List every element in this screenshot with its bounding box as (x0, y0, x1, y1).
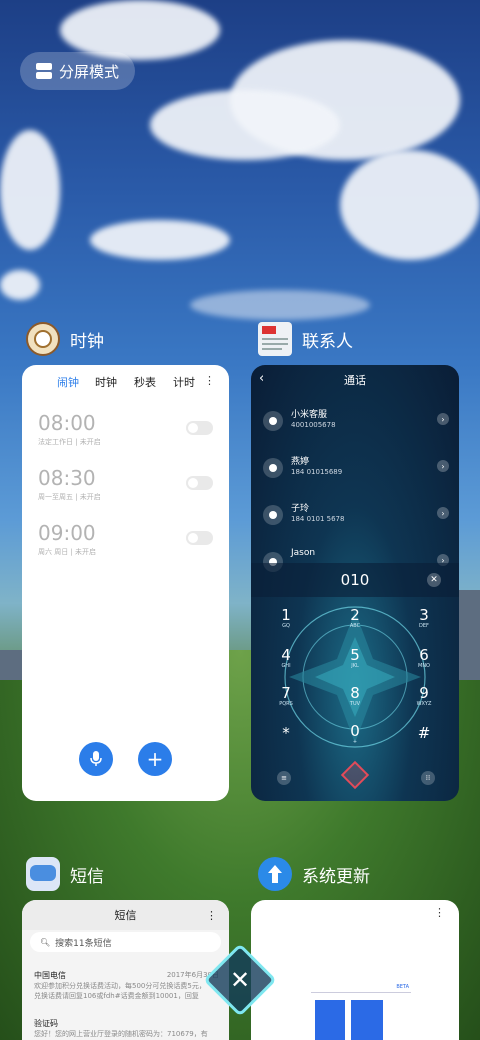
update-app-header[interactable]: 系统更新 (258, 857, 370, 891)
dial-key[interactable]: 8 TUV (340, 685, 370, 707)
update-app-title: 系统更新 (302, 866, 370, 887)
calls-header: ‹ 通话 (251, 365, 459, 395)
update-illustration: BETA (311, 984, 411, 1040)
sms-thread-item[interactable]: 中国电信 2017年6月30日 欢迎参加积分兑换话费活动，每500分可兑换话费5… (34, 970, 219, 1001)
update-app-card[interactable]: ⋮ BETA (251, 900, 459, 1040)
sms-app-icon (26, 857, 60, 891)
sms-preview: 欢迎参加积分兑换话费活动，每500分可兑换话费5元， (34, 982, 206, 990)
avatar-icon (263, 505, 283, 525)
dial-key[interactable]: 3 DEF (409, 607, 439, 629)
contact-item[interactable]: 小米客服 4001005678 › (263, 407, 449, 441)
clear-icon[interactable]: ✕ (427, 573, 441, 587)
alarm-repeat: 周一至周五 | 未开启 (38, 493, 101, 501)
contact-number: 184 01015689 (291, 468, 343, 476)
contacts-app-card[interactable]: ‹ 通话 小米客服 4001005678 › 燕婷 184 01015689 ›… (251, 365, 459, 801)
sms-app-card[interactable]: 短信 ⋮ 🔍︎ 搜索11条短信 中国电信 2017年6月30日 欢迎参加积分兑换… (22, 900, 229, 1040)
search-icon: 🔍︎ (40, 937, 51, 947)
sms-preview: 您好！您的网上营业厅登录的随机密码为：710679，有 (34, 1030, 208, 1038)
contact-name: 子玲 (291, 504, 310, 514)
avatar-icon (263, 458, 283, 478)
tab-stopwatch[interactable]: 秒表 (134, 374, 156, 390)
dial-display: 010 ✕ (251, 563, 459, 597)
dial-key[interactable]: 7 PQRS (271, 685, 301, 707)
sms-header-title: 短信 (114, 909, 137, 922)
sms-sender: 验证码 (34, 1019, 58, 1028)
call-button[interactable] (340, 760, 370, 790)
sms-search-placeholder: 搜索11条短信 (55, 938, 112, 949)
alarm-item[interactable]: 09:00 周六 周日 | 未开启 (38, 521, 213, 571)
add-alarm-button[interactable]: + (138, 742, 172, 776)
split-screen-icon (36, 63, 52, 79)
calls-title: 通话 (344, 374, 366, 387)
dial-key[interactable]: 5 JKL (340, 647, 370, 669)
sms-header: 短信 ⋮ (22, 900, 229, 930)
plus-icon: + (146, 747, 164, 771)
tab-alarm[interactable]: 闹钟 (57, 374, 79, 390)
dialpad-toggle-icon[interactable]: ⁞⁞ (421, 771, 435, 785)
dial-key[interactable]: 6 MNO (409, 647, 439, 669)
alarm-toggle[interactable] (186, 531, 213, 545)
contact-number: 4001005678 (291, 421, 336, 429)
alarm-toggle[interactable] (186, 476, 213, 490)
contact-name: 燕婷 (291, 457, 310, 467)
contacts-app-icon (258, 322, 292, 356)
more-icon[interactable]: ⋮ (206, 909, 217, 922)
alarm-repeat: 周六 周日 | 未开启 (38, 548, 97, 556)
more-icon[interactable]: ⋮ (434, 906, 445, 919)
sms-app-header[interactable]: 短信 (26, 857, 104, 891)
tab-clock[interactable]: 时钟 (95, 374, 117, 390)
alarm-item[interactable]: 08:00 法定工作日 | 未开启 (38, 411, 213, 461)
menu-icon[interactable]: ≡ (277, 771, 291, 785)
alarm-item[interactable]: 08:30 周一至周五 | 未开启 (38, 466, 213, 516)
contact-name: 小米客服 (291, 410, 328, 420)
dial-key[interactable]: 4 GHI (271, 647, 301, 669)
clock-app-card[interactable]: 闹钟 时钟 秒表 计时 ⋮ 08:00 法定工作日 | 未开启 08:30 周一… (22, 365, 229, 801)
contacts-app-title: 联系人 (302, 331, 353, 352)
clock-app-icon (26, 322, 60, 356)
more-icon[interactable]: ⋮ (204, 374, 215, 387)
split-screen-button[interactable]: 分屏模式 (20, 52, 135, 90)
contact-number: 184 0101 5678 (291, 515, 345, 523)
clock-app-header[interactable]: 时钟 (26, 322, 104, 356)
sms-thread-item[interactable]: 验证码 您好！您的网上营业厅登录的随机密码为：710679，有 (34, 1018, 219, 1039)
voice-alarm-button[interactable] (79, 742, 113, 776)
sms-preview: 兑换话费请回复106或fdh#话费金额到10001，回复 (34, 992, 199, 1000)
alarm-toggle[interactable] (186, 421, 213, 435)
chevron-right-icon[interactable]: › (437, 507, 449, 519)
split-screen-label: 分屏模式 (59, 62, 120, 81)
dial-key[interactable]: 9 WXYZ (409, 685, 439, 707)
sms-app-title: 短信 (70, 866, 104, 887)
beta-badge: BETA (396, 984, 409, 990)
dial-key[interactable]: # (409, 725, 439, 741)
dial-number: 010 (340, 571, 370, 589)
system-update-icon (258, 857, 292, 891)
chevron-right-icon[interactable]: › (437, 413, 449, 425)
contact-item[interactable]: 子玲 184 0101 5678 › (263, 501, 449, 535)
dial-key[interactable]: 0 + (340, 723, 370, 745)
contacts-app-header[interactable]: 联系人 (258, 322, 353, 356)
alarm-repeat: 法定工作日 | 未开启 (38, 438, 101, 446)
clock-app-title: 时钟 (70, 331, 104, 352)
contact-item[interactable]: 燕婷 184 01015689 › (263, 454, 449, 488)
dial-key[interactable]: 2 ABC (340, 607, 370, 629)
back-arrow-icon[interactable]: ‹ (259, 371, 264, 386)
chevron-right-icon[interactable]: › (437, 460, 449, 472)
clock-tabs: 闹钟 时钟 秒表 计时 ⋮ (22, 374, 229, 396)
contact-name: Jason (291, 548, 316, 558)
microphone-icon (90, 751, 102, 766)
dial-key[interactable]: 1 GQ (271, 607, 301, 629)
dial-key[interactable]: * (271, 725, 301, 741)
avatar-icon (263, 411, 283, 431)
tab-timer[interactable]: 计时 (173, 374, 195, 390)
sms-search-input[interactable]: 🔍︎ 搜索11条短信 (30, 932, 221, 952)
close-icon[interactable]: ✕ (214, 954, 266, 1006)
